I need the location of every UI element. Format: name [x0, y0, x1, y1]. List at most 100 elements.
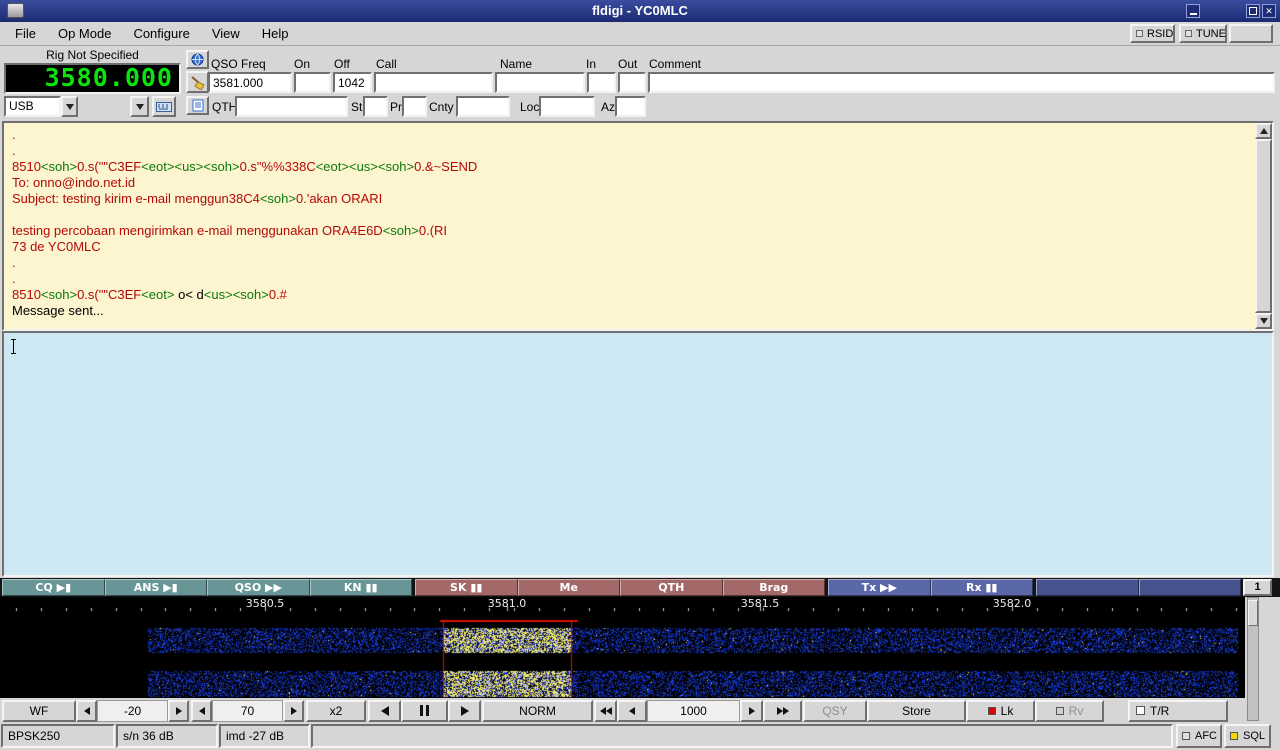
afc-led-icon [1182, 732, 1190, 740]
minimize-button[interactable] [1186, 4, 1200, 18]
carrier-fast-right-button[interactable] [763, 700, 802, 722]
tx-text-panel[interactable] [2, 331, 1274, 577]
on-label: On [294, 57, 310, 71]
tune-toggle[interactable]: TUNE [1179, 24, 1227, 43]
tune-led-icon [1185, 30, 1192, 37]
rig-frequency-display[interactable]: 3580.000 [4, 63, 181, 94]
maximize-button[interactable] [1246, 4, 1260, 18]
rig-status-label: Rig Not Specified [4, 48, 181, 62]
cnty-label: Cnty [429, 100, 454, 114]
rsid-toggle[interactable]: RSID [1130, 24, 1175, 43]
name-label: Name [500, 57, 532, 71]
afc-toggle[interactable]: AFC [1176, 724, 1222, 748]
waterfall-controls: WF -20 70 x2 NORM 1000 QSY Store Lk Rv T… [2, 698, 1245, 723]
wf-norm-button[interactable]: NORM [482, 700, 593, 722]
wf-pause-button[interactable] [401, 700, 448, 722]
arrow-down-icon [1260, 318, 1268, 324]
reverse-button[interactable]: Rv [1035, 700, 1104, 722]
macro-button-me[interactable]: Me [518, 579, 621, 596]
lookup-call-button[interactable] [186, 50, 209, 69]
macro-bar: CQ ▶▮ANS ▶▮QSO ▶▶KN ▮▮SK ▮▮MeQTHBragTx ▶… [0, 578, 1280, 597]
menu-items: FileOp ModeConfigureViewHelp [4, 22, 300, 45]
scroll-thumb[interactable] [1255, 139, 1272, 313]
qth-input[interactable] [235, 96, 348, 117]
rig-mode-select[interactable]: USB [4, 96, 61, 117]
az-input[interactable] [615, 96, 646, 117]
store-button[interactable]: Store [867, 700, 966, 722]
macro-button-qso[interactable]: QSO ▶▶ [207, 579, 310, 596]
menubar: FileOp ModeConfigureViewHelp RSID TUNE [0, 22, 1280, 46]
macro-button-ans[interactable]: ANS ▶▮ [105, 579, 208, 596]
wf-lower-increase-button[interactable] [168, 700, 189, 722]
off-input[interactable] [333, 72, 372, 93]
carrier-fast-left-button[interactable] [594, 700, 617, 722]
scroll-down-button[interactable] [1255, 313, 1272, 329]
macro-button-qth[interactable]: QTH [620, 579, 723, 596]
waterfall-slider-handle[interactable] [1248, 600, 1258, 626]
clear-fields-button[interactable] [186, 71, 209, 93]
mode-status-button[interactable]: BPSK250 [1, 724, 115, 748]
spare-toggle[interactable] [1229, 24, 1273, 43]
menu-help[interactable]: Help [251, 23, 300, 44]
macro-button-empty-12[interactable] [1139, 579, 1242, 596]
status-message-area [311, 724, 1173, 748]
in-input[interactable] [587, 72, 616, 93]
rx-line: testing percobaan mengirimkan e-mail men… [12, 223, 1255, 239]
lock-button[interactable]: Lk [966, 700, 1035, 722]
qso-freq-input[interactable] [208, 72, 292, 93]
st-input[interactable] [363, 96, 388, 117]
macro-button-sk[interactable]: SK ▮▮ [415, 579, 518, 596]
menu-file[interactable]: File [4, 23, 47, 44]
pr-input[interactable] [402, 96, 427, 117]
macro-button-tx[interactable]: Tx ▶▶ [828, 579, 931, 596]
name-input[interactable] [495, 72, 585, 93]
menu-configure[interactable]: Configure [122, 23, 200, 44]
keyboard-icon [156, 101, 172, 113]
macro-button-rx[interactable]: Rx ▮▮ [931, 579, 1034, 596]
rig-mode-dropdown-icon[interactable] [61, 96, 78, 117]
macro-button-kn[interactable]: KN ▮▮ [310, 579, 413, 596]
on-input[interactable] [294, 72, 331, 93]
scroll-up-button[interactable] [1255, 123, 1272, 139]
macro-button-cq[interactable]: CQ ▶▮ [2, 579, 105, 596]
wf-mode-button[interactable]: WF [2, 700, 76, 722]
wf-range-value: 70 [212, 700, 283, 722]
save-log-button[interactable] [186, 96, 209, 115]
rig-bw-dropdown-icon[interactable] [130, 96, 149, 117]
call-input[interactable] [374, 72, 493, 93]
rx-line: . [12, 127, 1255, 143]
tr-button[interactable]: T/R [1128, 700, 1228, 722]
loc-input[interactable] [539, 96, 595, 117]
qsy-button[interactable]: QSY [803, 700, 867, 722]
rx-line: 8510<soh>0.s(""C3EF<eot> o< d<us><soh>0.… [12, 287, 1255, 303]
wf-shift-right-button[interactable] [448, 700, 481, 722]
keyboard-button[interactable] [152, 96, 176, 117]
waterfall-freq-label: 3580.5 [246, 597, 285, 610]
out-input[interactable] [618, 72, 646, 93]
carrier-right-button[interactable] [740, 700, 763, 722]
wf-zoom-button[interactable]: x2 [306, 700, 366, 722]
wf-shift-left-button[interactable] [368, 700, 401, 722]
waterfall-slider[interactable] [1247, 597, 1259, 721]
macro-set-button[interactable]: 1 [1243, 579, 1272, 596]
waterfall-canvas[interactable] [0, 597, 1245, 698]
cnty-input[interactable] [456, 96, 510, 117]
comment-input[interactable] [648, 72, 1275, 93]
macro-button-empty-11[interactable] [1036, 579, 1139, 596]
close-button[interactable]: ✕ [1262, 4, 1276, 18]
rx-line: . [12, 143, 1255, 159]
macro-button-brag[interactable]: Brag [723, 579, 826, 596]
sql-toggle[interactable]: SQL [1224, 724, 1271, 748]
rx-text-panel[interactable]: ..8510<soh>0.s(""C3EF<eot><us><soh>0.s"%… [2, 121, 1274, 331]
rx-line: . [12, 271, 1255, 287]
menu-view[interactable]: View [201, 23, 251, 44]
wf-range-decrease-button[interactable] [191, 700, 212, 722]
comment-label: Comment [649, 57, 701, 71]
menu-op-mode[interactable]: Op Mode [47, 23, 122, 44]
rx-scrollbar[interactable] [1255, 123, 1272, 329]
arrow-up-icon [1260, 128, 1268, 134]
wf-lower-decrease-button[interactable] [76, 700, 97, 722]
carrier-left-button[interactable] [617, 700, 647, 722]
wf-range-increase-button[interactable] [283, 700, 304, 722]
rsid-label: RSID [1147, 28, 1173, 40]
